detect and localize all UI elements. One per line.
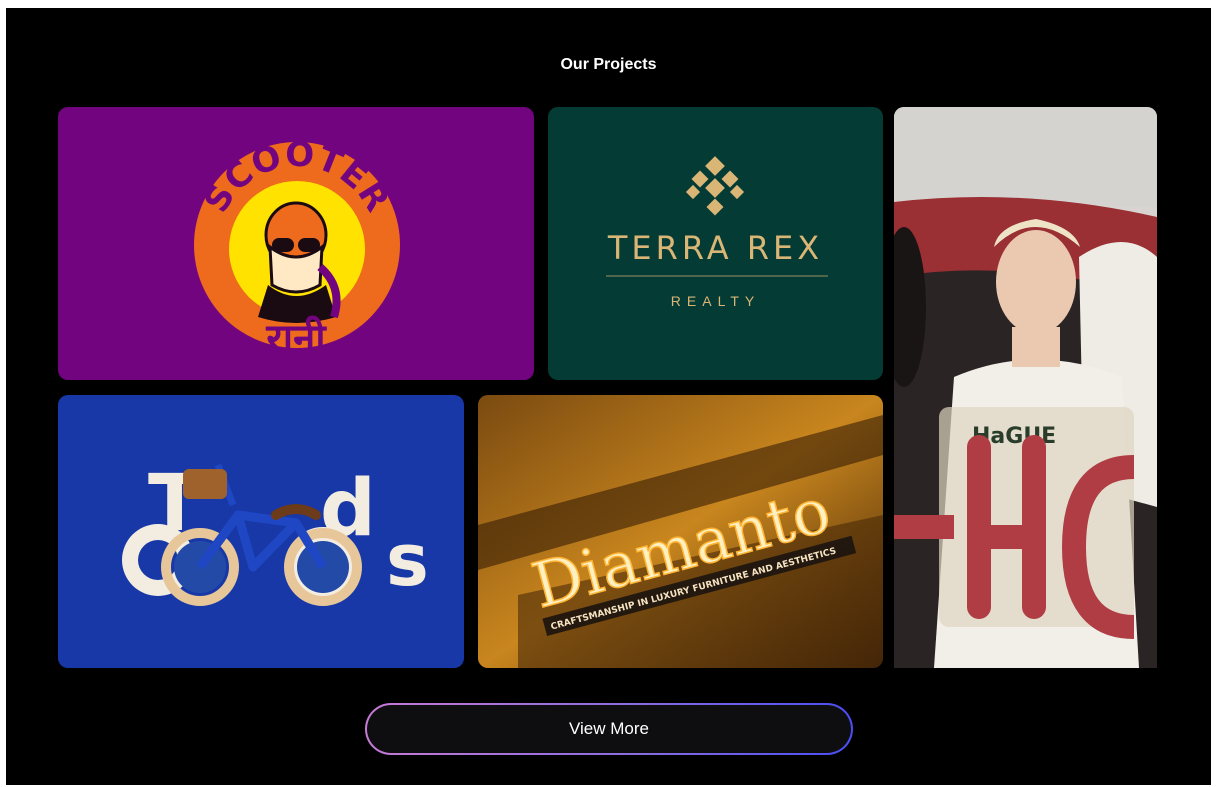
- scooter-rani-logo: SCOOTER रानी: [194, 135, 400, 362]
- toddo-letter-s: s: [386, 518, 429, 602]
- project-card-toddo[interactable]: T d s: [58, 395, 464, 668]
- section-title: Our Projects: [560, 56, 657, 73]
- project-card-diamanto[interactable]: Diamanto CRAFTSMANSHIP IN LUXURY FURNITU…: [478, 395, 883, 668]
- toddo-logo: T d s: [122, 459, 429, 606]
- hague-photo: HaGUE: [894, 107, 1157, 668]
- view-more-button[interactable]: View More: [365, 703, 853, 755]
- terra-rex-subtitle: REALTY: [670, 293, 761, 309]
- terra-rex-title: TERRA REX: [607, 229, 824, 267]
- project-card-terra-rex[interactable]: TERRA REX REALTY: [548, 107, 883, 380]
- project-card-hague[interactable]: HaGUE: [894, 107, 1157, 668]
- project-card-scooter-rani[interactable]: SCOOTER रानी: [58, 107, 534, 380]
- scooter-script-text: रानी: [265, 315, 327, 362]
- diamanto-photo: Diamanto CRAFTSMANSHIP IN LUXURY FURNITU…: [478, 395, 883, 668]
